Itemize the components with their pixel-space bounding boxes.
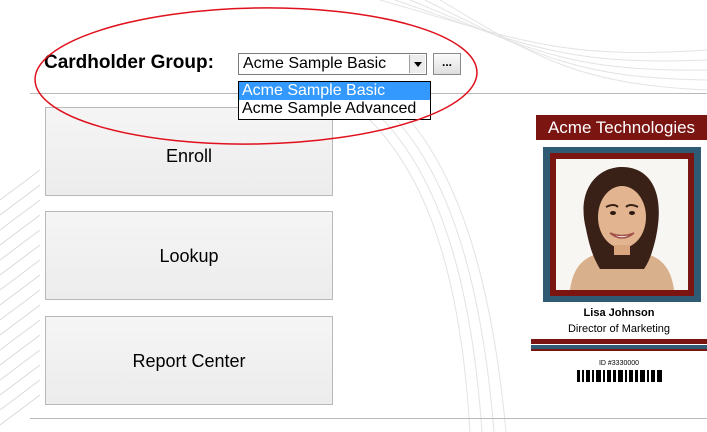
bottom-divider (30, 418, 707, 419)
enroll-button[interactable]: Enroll (45, 107, 333, 196)
dropdown-option-basic[interactable]: Acme Sample Basic (239, 82, 430, 100)
cardholder-group-selected-value: Acme Sample Basic (243, 55, 387, 72)
dropdown-option-advanced[interactable]: Acme Sample Advanced (239, 100, 430, 118)
card-id-number: ID #3330000 (598, 360, 640, 367)
cardholder-group-label: Cardholder Group: (44, 52, 214, 73)
card-stripe (531, 349, 707, 351)
browse-groups-button[interactable]: ... (433, 53, 461, 75)
card-photo-frame (543, 147, 701, 302)
cardholder-photo (556, 159, 688, 290)
chevron-down-icon[interactable] (409, 55, 425, 73)
barcode-icon (577, 370, 662, 382)
card-stripe (531, 339, 707, 344)
id-card-preview: Acme Technologies Lisa Johnson Director … (531, 107, 707, 392)
report-center-button[interactable]: Report Center (45, 316, 333, 405)
cardholder-group-select[interactable]: Acme Sample Basic (238, 53, 427, 75)
cardholder-name: Lisa Johnson (583, 307, 655, 319)
lookup-button[interactable]: Lookup (45, 211, 333, 300)
cardholder-group-dropdown: Acme Sample Basic Acme Sample Advanced (238, 81, 431, 120)
cardholder-title: Director of Marketing (567, 323, 671, 335)
card-company-name: Acme Technologies (536, 115, 707, 140)
